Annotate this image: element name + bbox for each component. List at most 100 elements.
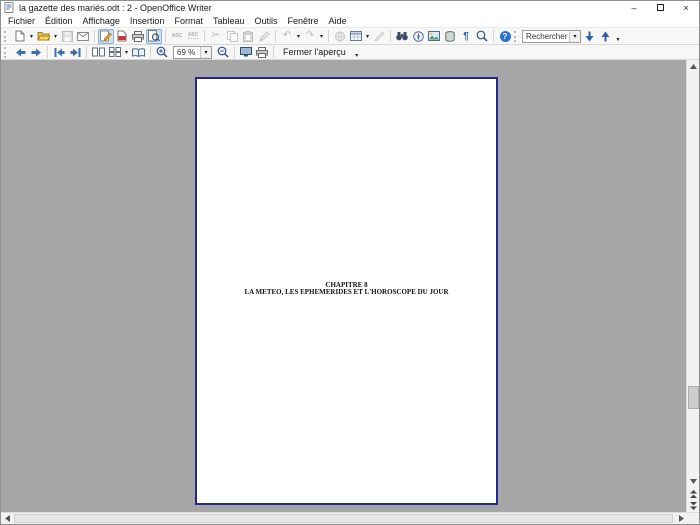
arrow-up-icon bbox=[690, 64, 697, 69]
auto-spellcheck-button[interactable]: ABC bbox=[185, 29, 201, 44]
help-button[interactable]: ? bbox=[497, 29, 513, 44]
restore-button[interactable] bbox=[647, 1, 673, 14]
zoom-level-dropdown-button[interactable]: ▾ bbox=[200, 46, 211, 58]
redo-icon: ↷ bbox=[305, 30, 315, 41]
next-page-arrow-icon bbox=[31, 48, 42, 57]
menu-fenetre[interactable]: Fenêtre bbox=[283, 16, 324, 26]
open-folder-icon bbox=[37, 31, 50, 41]
zoom-in-button[interactable] bbox=[154, 46, 170, 59]
last-page-arrow-icon bbox=[70, 47, 81, 57]
print-page-preview-button[interactable] bbox=[254, 46, 270, 59]
menu-tableau[interactable]: Tableau bbox=[208, 16, 250, 26]
undo-button[interactable]: ↶ bbox=[279, 29, 295, 44]
menu-outils[interactable]: Outils bbox=[250, 16, 283, 26]
close-button[interactable]: × bbox=[673, 1, 699, 14]
document-page[interactable]: CHAPITRE 8 LA METEO, LES EPHEMERIDES ET … bbox=[195, 77, 498, 505]
format-paintbrush-button[interactable] bbox=[256, 29, 272, 44]
insert-table-dropdown[interactable]: ▾ bbox=[364, 33, 371, 40]
multiple-pages-dropdown[interactable]: ▾ bbox=[123, 49, 130, 56]
toolbar-grip[interactable] bbox=[4, 30, 8, 42]
scroll-left-button[interactable] bbox=[1, 513, 14, 524]
search-input[interactable]: Rechercher bbox=[523, 31, 569, 42]
preview-toolbar-overflow-button[interactable]: ▾ bbox=[352, 46, 362, 59]
writer-document-icon bbox=[4, 2, 15, 13]
navigator-button[interactable] bbox=[410, 29, 426, 44]
toolbar-grip[interactable] bbox=[4, 46, 8, 58]
two-pages-icon bbox=[92, 47, 105, 57]
menu-insertion[interactable]: Insertion bbox=[125, 16, 170, 26]
find-toolbar-grip[interactable] bbox=[514, 30, 518, 42]
draw-pencil-icon bbox=[374, 31, 385, 42]
find-previous-arrow-icon bbox=[601, 31, 610, 42]
redo-dropdown[interactable]: ▾ bbox=[318, 33, 325, 40]
print-button[interactable] bbox=[130, 29, 146, 44]
menu-fichier[interactable]: Fichier bbox=[3, 16, 40, 26]
export-pdf-button[interactable] bbox=[114, 29, 130, 44]
compass-icon bbox=[412, 30, 424, 42]
application-window: la gazette des mariés.odt : 2 - OpenOffi… bbox=[0, 0, 700, 525]
undo-dropdown[interactable]: ▾ bbox=[295, 33, 302, 40]
find-replace-button[interactable] bbox=[394, 29, 410, 44]
save-floppy-icon bbox=[61, 30, 73, 42]
draw-functions-button[interactable] bbox=[371, 29, 387, 44]
horizontal-scrollbar-thumb[interactable] bbox=[14, 514, 673, 523]
next-page-button[interactable] bbox=[28, 46, 44, 59]
multiple-pages-preview-button[interactable] bbox=[107, 46, 123, 59]
menu-edition[interactable]: Édition bbox=[40, 16, 78, 26]
toolbar-separator bbox=[390, 30, 391, 42]
first-page-button[interactable] bbox=[51, 46, 67, 59]
two-pages-preview-button[interactable] bbox=[90, 46, 107, 59]
previous-page-button[interactable] bbox=[12, 46, 28, 59]
page-preview-button[interactable] bbox=[146, 28, 162, 44]
toolbar-separator bbox=[165, 30, 166, 42]
save-button[interactable] bbox=[59, 29, 75, 44]
copy-button[interactable] bbox=[224, 29, 240, 44]
scroll-up-button[interactable] bbox=[687, 60, 699, 73]
book-preview-button[interactable] bbox=[130, 46, 147, 59]
arrow-right-icon bbox=[679, 515, 684, 522]
cut-button[interactable]: ✂ bbox=[208, 29, 224, 44]
data-sources-button[interactable] bbox=[442, 29, 458, 44]
find-next-button[interactable] bbox=[581, 29, 597, 44]
nonprinting-characters-button[interactable]: ¶ bbox=[458, 29, 474, 44]
horizontal-scrollbar[interactable] bbox=[1, 513, 688, 525]
insert-table-button[interactable] bbox=[348, 29, 364, 44]
zoom-level-value[interactable]: 69 % bbox=[174, 47, 200, 58]
next-page-scroll-button[interactable] bbox=[687, 500, 699, 512]
full-screen-button[interactable] bbox=[238, 46, 254, 59]
new-document-button[interactable] bbox=[12, 29, 28, 44]
menu-format[interactable]: Format bbox=[169, 16, 208, 26]
hyperlink-button[interactable] bbox=[332, 29, 348, 44]
send-email-button[interactable] bbox=[75, 29, 91, 44]
zoom-out-button[interactable] bbox=[215, 46, 231, 59]
document-preview-area: CHAPITRE 8 LA METEO, LES EPHEMERIDES ET … bbox=[1, 60, 699, 512]
paste-button[interactable] bbox=[240, 29, 256, 44]
find-previous-button[interactable] bbox=[597, 29, 613, 44]
printer-icon bbox=[256, 46, 268, 58]
overflow-chevron-icon: ▾ bbox=[616, 36, 620, 43]
search-dropdown-button[interactable]: ▾ bbox=[569, 30, 580, 42]
new-document-icon bbox=[15, 30, 25, 42]
previous-page-scroll-button[interactable] bbox=[687, 488, 699, 500]
open-button[interactable] bbox=[35, 29, 52, 44]
page-text-block: CHAPITRE 8 LA METEO, LES EPHEMERIDES ET … bbox=[197, 282, 496, 295]
find-toolbar-overflow-button[interactable]: ▾ bbox=[613, 30, 623, 43]
scroll-down-button[interactable] bbox=[687, 475, 699, 488]
edit-file-button[interactable] bbox=[98, 28, 114, 44]
spellcheck-button[interactable]: ABC bbox=[169, 29, 185, 44]
table-grid-icon bbox=[350, 31, 362, 41]
menu-affichage[interactable]: Affichage bbox=[78, 16, 125, 26]
open-dropdown[interactable]: ▾ bbox=[52, 33, 59, 40]
minimize-button[interactable]: – bbox=[621, 1, 647, 14]
close-preview-button[interactable]: Fermer l'aperçu bbox=[277, 46, 352, 58]
full-screen-icon bbox=[240, 47, 252, 57]
new-document-dropdown[interactable]: ▾ bbox=[28, 33, 35, 40]
vertical-scrollbar[interactable] bbox=[686, 60, 699, 512]
chevron-down-icon: ▾ bbox=[204, 49, 208, 56]
redo-button[interactable]: ↷ bbox=[302, 29, 318, 44]
zoom-button[interactable] bbox=[474, 29, 490, 44]
last-page-button[interactable] bbox=[67, 46, 83, 59]
menu-aide[interactable]: Aide bbox=[324, 16, 352, 26]
vertical-scrollbar-thumb[interactable] bbox=[688, 386, 699, 409]
gallery-button[interactable] bbox=[426, 29, 442, 44]
